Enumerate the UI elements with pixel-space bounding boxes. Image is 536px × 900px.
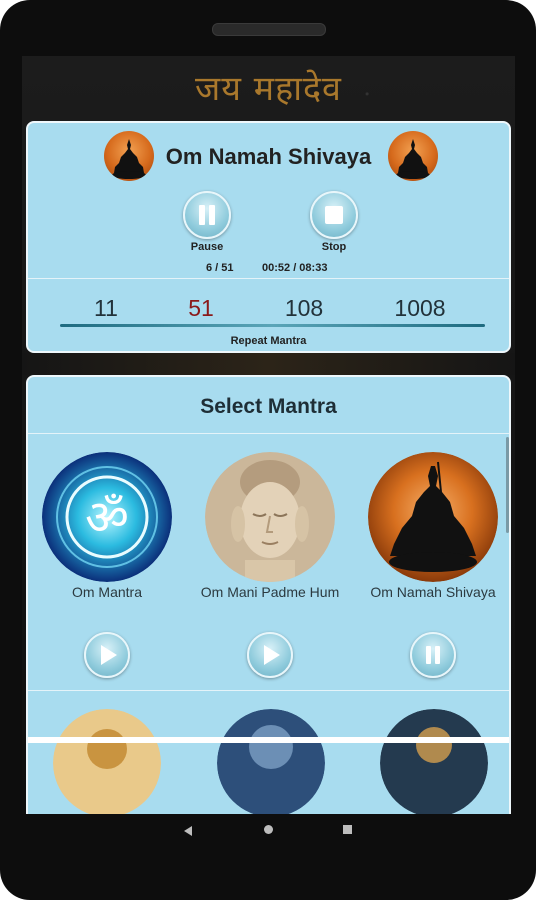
repeat-option-108[interactable]: 108 xyxy=(264,295,344,322)
repeat-option-11[interactable]: 11 xyxy=(66,295,146,322)
time-progress: 00:52 / 08:33 xyxy=(262,262,328,274)
speaker-grille xyxy=(212,23,326,36)
play-button-om-mani[interactable] xyxy=(247,632,293,678)
select-mantra-card: Select Mantra ॐ Om Mantra Om Mani Padme … xyxy=(26,375,511,814)
pause-icon xyxy=(199,205,215,225)
mantra-name-om: Om Mantra xyxy=(71,584,142,600)
system-nav-bar xyxy=(0,814,536,854)
banner-title: जय महादेव xyxy=(195,69,342,109)
home-icon[interactable] xyxy=(264,825,273,834)
repeat-label: Repeat Mantra xyxy=(230,335,307,347)
pause-button-shivaya[interactable] xyxy=(410,632,456,678)
pause-button[interactable] xyxy=(183,191,231,239)
select-mantra-title: Select Mantra xyxy=(200,395,337,418)
scrollbar[interactable] xyxy=(506,437,509,533)
mantra-image-peek-3[interactable] xyxy=(380,709,488,814)
shiva-avatar-right xyxy=(388,131,438,181)
mantra-name-om-mani: Om Mani Padme Hum xyxy=(200,584,340,600)
shiva-silhouette-image[interactable] xyxy=(368,452,498,582)
mantra-image-peek-1[interactable] xyxy=(53,709,161,814)
mantra-image-peek-2[interactable] xyxy=(217,709,325,814)
repeat-option-1008[interactable]: 1008 xyxy=(380,295,460,322)
player-divider xyxy=(28,278,509,279)
tablet-frame: जय महादेव Om Namah Shivaya Pause Stop 6 … xyxy=(0,0,536,900)
stop-label: Stop xyxy=(321,241,347,253)
content-separator xyxy=(28,737,509,743)
play-icon xyxy=(264,645,280,665)
pause-label: Pause xyxy=(190,241,224,253)
play-button-om[interactable] xyxy=(84,632,130,678)
player-title-row: Om Namah Shivaya xyxy=(28,131,509,183)
back-icon[interactable] xyxy=(184,826,192,836)
repeat-seekbar[interactable] xyxy=(60,324,485,327)
om-symbol-image[interactable]: ॐ xyxy=(42,452,172,582)
player-card: Om Namah Shivaya Pause Stop 6 / 51 00:52… xyxy=(26,121,511,353)
pause-icon xyxy=(426,646,440,664)
app-screen: जय महादेव Om Namah Shivaya Pause Stop 6 … xyxy=(22,56,515,814)
stop-icon xyxy=(325,206,343,224)
stop-button[interactable] xyxy=(310,191,358,239)
svg-text:ॐ: ॐ xyxy=(85,490,129,546)
mantra-name-shivaya: Om Namah Shivaya xyxy=(370,584,496,600)
repeat-option-51[interactable]: 51 xyxy=(161,295,241,322)
select-divider xyxy=(28,433,509,434)
buddha-face-image[interactable] xyxy=(205,452,335,582)
count-progress: 6 / 51 xyxy=(206,262,234,274)
mantra-row-divider xyxy=(28,690,509,691)
play-icon xyxy=(101,645,117,665)
background-strip xyxy=(22,353,515,375)
recent-apps-icon[interactable] xyxy=(343,825,352,834)
